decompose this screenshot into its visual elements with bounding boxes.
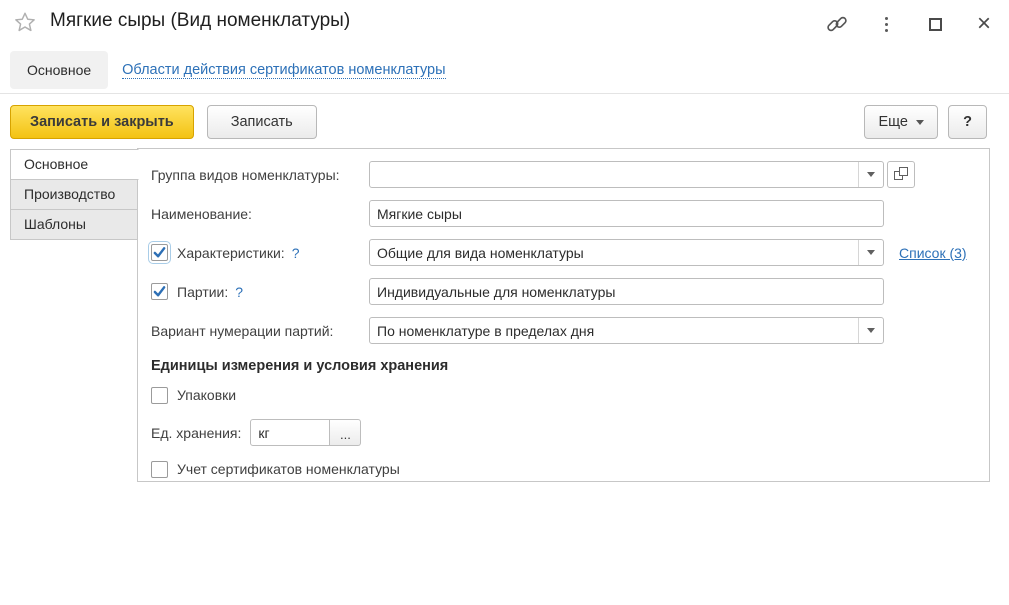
titlebar: Мягкие сыры (Вид номенклатуры) × — [0, 0, 1009, 46]
nav-link-cert-areas[interactable]: Области действия сертификатов номенклату… — [122, 62, 445, 79]
storage-unit-field[interactable] — [250, 419, 330, 446]
batch-numbering-input[interactable] — [370, 318, 858, 343]
help-button[interactable]: ? — [948, 105, 987, 139]
open-form-icon[interactable] — [887, 161, 915, 188]
side-tab-templates[interactable]: Шаблоны — [10, 209, 138, 240]
nomenclature-group-label: Группа видов номенклатуры: — [151, 167, 369, 183]
side-tab-main[interactable]: Основное — [10, 149, 139, 180]
main-form-panel: Группа видов номенклатуры: Наименование: — [137, 148, 990, 482]
row-batch-numbering: Вариант нумерации партий: — [151, 317, 977, 344]
batches-label: Партии: — [177, 284, 228, 300]
cert-tracking-label: Учет сертификатов номенклатуры — [177, 461, 400, 477]
nomenclature-group-combobox[interactable] — [369, 161, 884, 188]
more-button-label: Еще — [878, 114, 908, 130]
batches-help-icon[interactable]: ? — [235, 284, 243, 300]
nav-tab-main[interactable]: Основное — [10, 51, 108, 89]
chevron-down-icon — [916, 120, 924, 125]
characteristics-list-link[interactable]: Список (3) — [899, 245, 967, 261]
units-section-header: Единицы измерения и условия хранения — [151, 358, 977, 374]
name-input[interactable] — [370, 201, 883, 226]
favorite-star-icon[interactable] — [14, 11, 36, 33]
dropdown-arrow-icon[interactable] — [858, 162, 883, 187]
save-and-close-button[interactable]: Записать и закрыть — [10, 105, 194, 139]
side-tab-production[interactable]: Производство — [10, 179, 138, 210]
nav-row: Основное Области действия сертификатов н… — [10, 50, 446, 90]
row-storage-unit: Ед. хранения: ... — [151, 419, 977, 446]
characteristics-help-icon[interactable]: ? — [292, 245, 300, 261]
toolbar: Записать и закрыть Записать Еще ? — [10, 104, 987, 139]
side-tabs: Основное Производство Шаблоны — [10, 150, 138, 240]
maximize-icon[interactable] — [924, 13, 946, 35]
more-button[interactable]: Еще — [864, 105, 938, 139]
storage-unit-choose-button[interactable]: ... — [330, 419, 361, 446]
characteristics-checkbox[interactable] — [151, 244, 168, 261]
row-name: Наименование: — [151, 200, 977, 227]
checkmark-icon — [153, 246, 166, 259]
dropdown-arrow-icon[interactable] — [858, 240, 883, 265]
row-batches: Партии: ? — [151, 278, 977, 305]
characteristics-label: Характеристики: — [177, 245, 285, 261]
characteristics-combobox[interactable] — [369, 239, 884, 266]
page-title: Мягкие сыры (Вид номенклатуры) — [50, 10, 350, 32]
checkmark-icon — [153, 285, 166, 298]
row-nomenclature-group: Группа видов номенклатуры: — [151, 161, 977, 188]
packaging-label: Упаковки — [177, 387, 236, 403]
row-cert-tracking: Учет сертификатов номенклатуры — [151, 458, 977, 480]
close-icon[interactable]: × — [973, 13, 995, 35]
dropdown-arrow-icon[interactable] — [858, 318, 883, 343]
copy-link-icon[interactable] — [826, 13, 848, 35]
row-packaging: Упаковки — [151, 384, 977, 406]
batch-numbering-label: Вариант нумерации партий: — [151, 323, 369, 339]
storage-unit-label: Ед. хранения: — [151, 425, 241, 441]
cert-tracking-checkbox[interactable] — [151, 461, 168, 478]
nomenclature-group-input[interactable] — [370, 162, 858, 187]
name-field[interactable] — [369, 200, 884, 227]
characteristics-input[interactable] — [370, 240, 858, 265]
save-button[interactable]: Записать — [207, 105, 317, 139]
batch-numbering-combobox[interactable] — [369, 317, 884, 344]
batches-field[interactable] — [369, 278, 884, 305]
separator — [0, 93, 1009, 94]
storage-unit-input[interactable] — [251, 420, 329, 445]
form-window: Мягкие сыры (Вид номенклатуры) × Основно… — [0, 0, 1009, 605]
row-characteristics: Характеристики: ? Список (3) — [151, 239, 977, 266]
batches-input[interactable] — [370, 279, 883, 304]
packaging-checkbox[interactable] — [151, 387, 168, 404]
batches-checkbox[interactable] — [151, 283, 168, 300]
name-label: Наименование: — [151, 206, 369, 222]
more-menu-icon[interactable] — [875, 13, 897, 35]
